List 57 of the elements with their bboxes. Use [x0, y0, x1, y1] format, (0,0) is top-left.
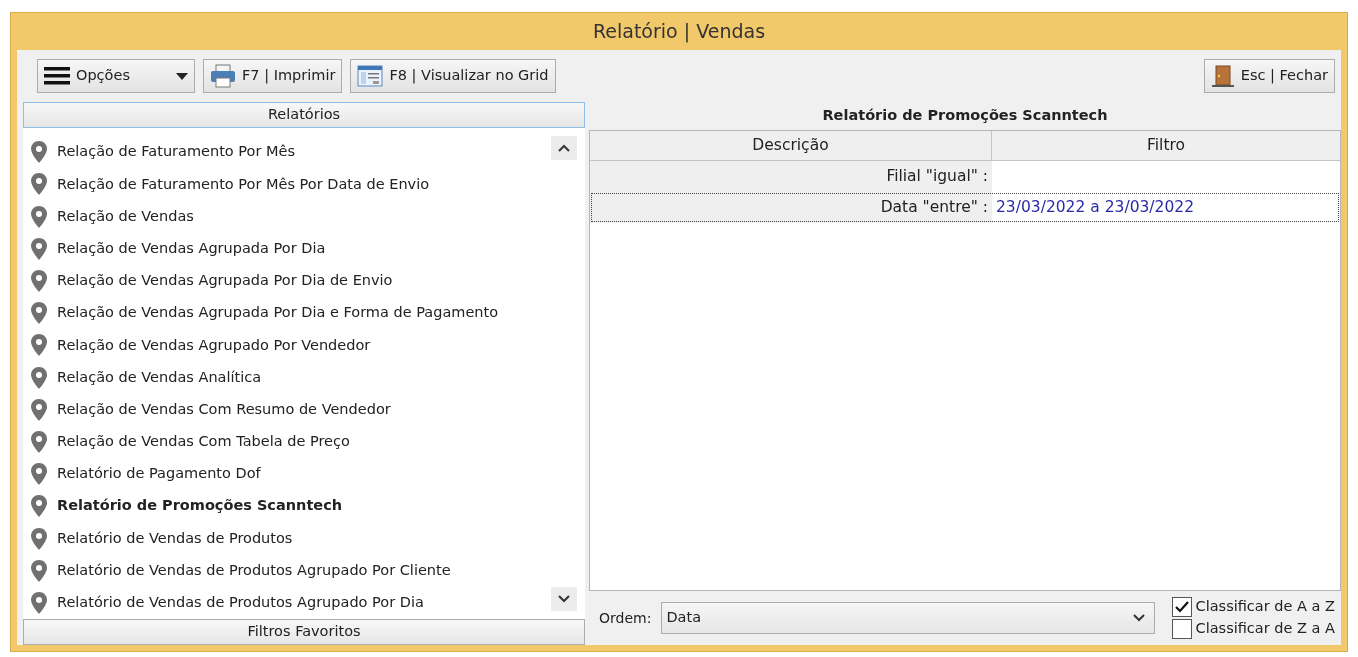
map-pin-icon	[31, 430, 47, 453]
report-list-item[interactable]: Relação de Vendas Com Resumo de Vendedor	[57, 398, 391, 421]
checkbox[interactable]	[1171, 619, 1192, 639]
checkbox-label: Classificar de A a Z	[1195, 597, 1335, 617]
map-pin-icon	[31, 559, 47, 582]
order-dropdown[interactable]: Data	[661, 602, 1156, 634]
report-list-item[interactable]: Relatório de Pagamento Dof	[57, 463, 261, 486]
report-list-item[interactable]: Relatório de Vendas de Produtos	[57, 527, 293, 550]
grid-view-button[interactable]: F8 | Visualizar no Grid	[350, 59, 556, 94]
table-cell-text: Data "entre" :	[880, 197, 988, 219]
checkbox-label: Classificar de Z a A	[1195, 619, 1335, 639]
order-label: Ordem:	[599, 608, 652, 628]
map-pin-icon	[31, 173, 47, 196]
report-list-item[interactable]: Relação de Vendas Agrupada Por Dia e Forma de Pagamento	[57, 302, 499, 325]
map-pin-icon	[31, 591, 47, 614]
map-pin-icon	[31, 141, 47, 164]
map-pin-icon	[31, 237, 47, 260]
report-list-item[interactable]: Relatório de Vendas de Produtos Agrupado Por Cliente	[57, 559, 451, 582]
chevron-down-icon	[1132, 613, 1147, 623]
table-cell-text: Filial "igual" :	[886, 166, 988, 188]
table-cell-text: 23/03/2022 a 23/03/2022	[996, 197, 1195, 219]
printer-icon	[210, 64, 236, 89]
map-pin-icon	[31, 334, 47, 357]
report-list-item[interactable]: Relação de Vendas Agrupado Por Vendedor	[57, 334, 371, 357]
map-pin-icon	[31, 495, 47, 518]
map-pin-icon	[31, 527, 47, 550]
report-list-item[interactable]: Relação de Vendas Com Tabela de Preço	[57, 431, 350, 453]
map-pin-icon	[31, 463, 47, 486]
close-button[interactable]: Esc | Fechar	[1203, 59, 1335, 94]
report-list-item[interactable]: Relação de Faturamento Por Mês	[57, 141, 295, 164]
report-list-item[interactable]: Relação de Vendas	[57, 205, 194, 228]
door-icon	[1210, 64, 1235, 89]
scroll-up-icon[interactable]	[551, 136, 577, 161]
report-list-item[interactable]: Relação de Vendas Agrupada Por Dia de Envio	[57, 270, 393, 292]
report-list-item[interactable]: Relatório de Promoções Scanntech	[57, 495, 343, 518]
checkbox[interactable]	[1171, 597, 1192, 617]
window-icon	[357, 64, 384, 89]
print-button[interactable]: F7 | Imprimir	[203, 59, 343, 94]
map-pin-icon	[31, 366, 47, 389]
report-list-item[interactable]: Relatório de Vendas de Produtos Agrupado Por Dia	[57, 592, 424, 614]
report-list-item[interactable]: Relação de Vendas Analítica	[57, 366, 262, 389]
map-pin-icon	[31, 205, 47, 228]
menu-icon	[44, 67, 70, 86]
column-header: Descrição	[590, 131, 992, 161]
caret-icon	[176, 72, 188, 80]
options-menu-button[interactable]: Opções	[37, 59, 195, 94]
report-title: Relatório de Promoções Scanntech	[821, 106, 1109, 126]
map-pin-icon	[31, 302, 47, 325]
window-title: Relatório | Vendas	[592, 19, 766, 45]
report-list-item[interactable]: Relação de Vendas Agrupada Por Dia	[57, 237, 326, 260]
reports-header[interactable]: Relatórios	[23, 102, 585, 129]
map-pin-icon	[31, 398, 47, 421]
map-pin-icon	[31, 270, 47, 293]
favorite-filters-button[interactable]: Filtros Favoritos	[23, 619, 585, 645]
column-header: Filtro	[1146, 135, 1186, 157]
scroll-down-icon[interactable]	[551, 587, 577, 611]
report-list-item[interactable]: Relação de Faturamento Por Mês Por Data de Envio	[57, 173, 430, 196]
